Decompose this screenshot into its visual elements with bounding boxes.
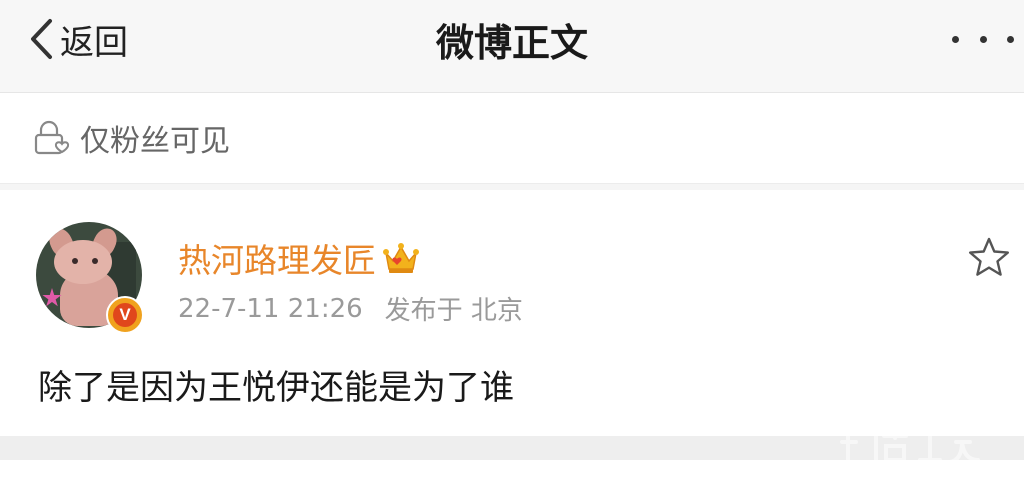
- lock-heart-icon: [34, 120, 70, 155]
- post-content: 除了是因为王悦伊还能是为了谁: [38, 368, 514, 408]
- verified-v-icon: V: [106, 296, 144, 334]
- avatar-eye: [72, 258, 78, 264]
- more-dot: [979, 35, 987, 43]
- avatar-eye: [92, 258, 98, 264]
- avatar-plush-head: [54, 240, 112, 284]
- username-row[interactable]: 热河路理发匠: [178, 234, 420, 282]
- crown-badge-icon: [383, 243, 419, 273]
- post-card: V 热河路理发匠 22-7-11 21:26 发布于 北京 除了是因为王悦伊还能…: [0, 190, 1024, 436]
- page-title: 微博正文: [435, 21, 588, 65]
- more-options-button[interactable]: [952, 30, 1014, 48]
- watermark-logo: [840, 428, 980, 464]
- top-navbar: 返回 微博正文: [0, 0, 1024, 93]
- verified-v-glyph: V: [113, 303, 137, 327]
- post-timestamp: 22-7-11 21:26: [178, 293, 363, 324]
- star-outline-icon[interactable]: [968, 236, 1010, 278]
- post-meta: 22-7-11 21:26 发布于 北京: [178, 290, 523, 327]
- visibility-label: 仅粉丝可见: [80, 124, 230, 159]
- more-dot: [1007, 35, 1014, 43]
- more-dots-icon: [952, 35, 959, 43]
- username[interactable]: 热河路理发匠: [178, 234, 376, 282]
- avatar-star: [42, 288, 62, 307]
- post-location: 发布于 北京: [384, 296, 523, 326]
- visibility-row: 仅粉丝可见: [0, 93, 1024, 184]
